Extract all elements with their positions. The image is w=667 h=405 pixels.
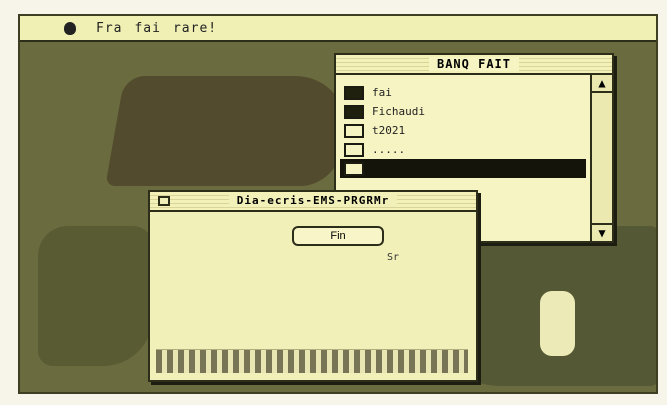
folder-icon xyxy=(344,85,364,100)
menu-item-file[interactable]: Fra xyxy=(96,21,122,36)
document-icon xyxy=(344,123,364,138)
directory-title-text: BANQ FAIT xyxy=(428,57,520,71)
apple-icon[interactable] xyxy=(64,21,76,35)
folder-icon xyxy=(344,104,364,119)
menu-item-view[interactable]: rare! xyxy=(173,21,217,36)
scroll-down-icon[interactable]: ▼ xyxy=(592,223,612,241)
file-row[interactable]: Fichaudi xyxy=(344,102,586,121)
file-name: ..... xyxy=(372,143,406,156)
desktop-pattern xyxy=(105,76,355,186)
desktop-pattern xyxy=(38,226,153,366)
close-icon[interactable] xyxy=(158,196,170,206)
file-list: fai Fichaudi t2021 ..... xyxy=(340,83,586,178)
menu-bar: Fra fai rare! xyxy=(20,16,656,42)
cursor-label: Sr xyxy=(387,252,400,263)
menu-item-edit[interactable]: fai xyxy=(134,21,160,36)
scroll-up-icon[interactable]: ▲ xyxy=(592,75,612,93)
file-row[interactable]: t2021 xyxy=(344,121,586,140)
desktop-pattern xyxy=(540,291,575,356)
file-name: Fichaudi xyxy=(372,105,425,118)
vertical-scrollbar[interactable]: ▲ ▼ xyxy=(590,75,612,241)
directory-window-title[interactable]: BANQ FAIT xyxy=(336,55,612,75)
selected-file-row[interactable] xyxy=(340,159,586,178)
photo-frame: Fra fai rare! BANQ FAIT fai Fichaudi t20 xyxy=(0,0,667,405)
document-icon xyxy=(344,142,364,157)
dialog-title-bar[interactable]: Dia-ecris-EMS-PRGRMr xyxy=(150,192,476,212)
file-name: t2021 xyxy=(372,124,406,137)
file-name: fai xyxy=(372,86,392,99)
computer-screen: Fra fai rare! BANQ FAIT fai Fichaudi t20 xyxy=(18,14,658,394)
document-icon xyxy=(344,161,364,176)
dialog-title-text: Dia-ecris-EMS-PRGRMr xyxy=(228,194,398,207)
status-bar-pattern xyxy=(156,349,468,373)
file-row[interactable]: fai xyxy=(344,83,586,102)
file-row[interactable]: ..... xyxy=(344,140,586,159)
fin-button[interactable]: Fin xyxy=(292,226,384,246)
dialog-window[interactable]: Dia-ecris-EMS-PRGRMr Fin Sr xyxy=(148,190,478,382)
